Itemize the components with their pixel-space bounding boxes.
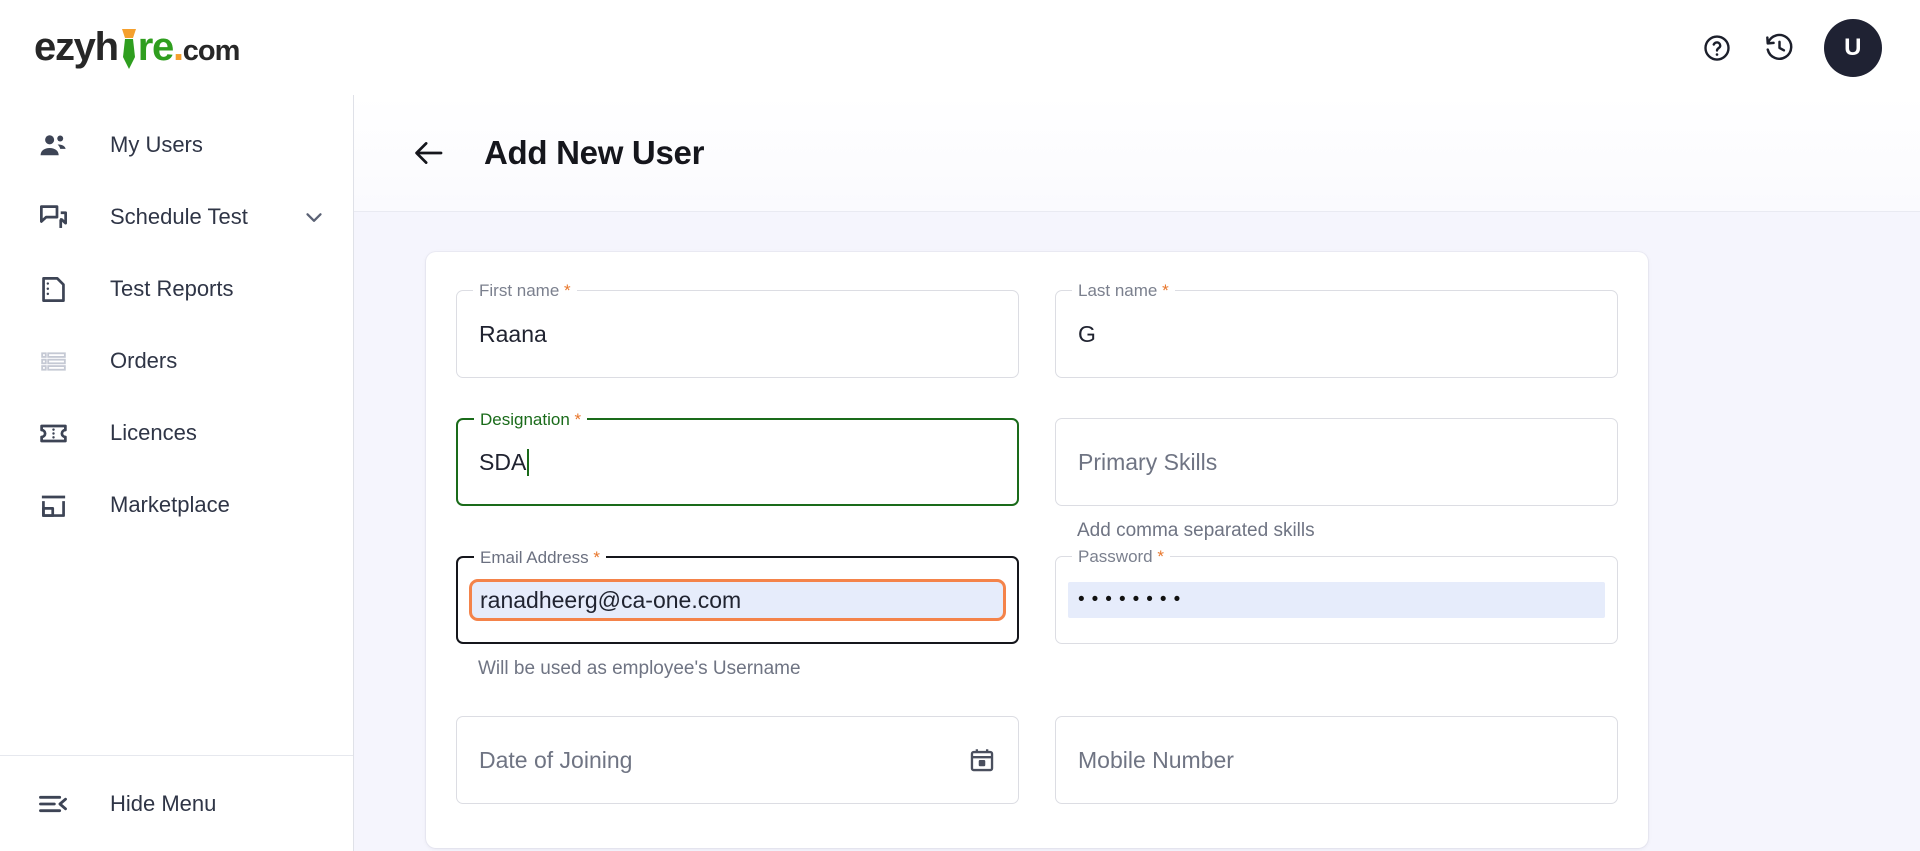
password-value: •••••••• [1078, 589, 1188, 610]
mobile-number-field[interactable]: Mobile Number [1055, 716, 1618, 804]
email-field[interactable]: Email Address * ranadheerg@ca-one.com [456, 547, 1019, 644]
required-asterisk: * [564, 281, 571, 300]
email-helper-text: Will be used as employee's Username [478, 658, 801, 679]
email-value: ranadheerg@ca-one.com [480, 587, 742, 613]
hide-menu-button[interactable]: Hide Menu [0, 755, 353, 851]
last-name-input[interactable]: Last name * G [1055, 280, 1618, 378]
form-row-email-password: Email Address * ranadheerg@ca-one.com Wi… [456, 546, 1618, 680]
password-input[interactable]: Password * •••••••• [1055, 546, 1618, 644]
ticket-icon [36, 416, 70, 450]
add-user-form-card: First name * Raana Last name * G Designa… [426, 252, 1648, 848]
logo-text-part1: ezyh [34, 25, 119, 69]
date-of-joining-field[interactable]: Date of Joining [456, 716, 1019, 804]
main-content: Add New User First name * Raana Last nam… [354, 95, 1920, 851]
email-input[interactable]: Email Address * ranadheerg@ca-one.com [456, 547, 1019, 644]
first-name-input[interactable]: First name * Raana [456, 280, 1019, 378]
primary-skills-field-col: Primary Skills Add comma separated skill… [1055, 418, 1618, 542]
first-name-field[interactable]: First name * Raana [456, 280, 1019, 378]
primary-skills-input[interactable]: Primary Skills [1055, 418, 1618, 506]
form-row-date-mobile: Date of Joining Mobile Number [456, 716, 1618, 808]
last-name-field[interactable]: Last name * G [1055, 280, 1618, 378]
avatar-initial: U [1844, 33, 1862, 61]
mobile-number-field-col: Mobile Number [1055, 716, 1618, 808]
designation-field[interactable]: Designation * SDA [456, 409, 1019, 506]
mobile-number-placeholder: Mobile Number [1078, 746, 1234, 773]
sidebar-item-my-users[interactable]: My Users [0, 109, 353, 181]
date-of-joining-placeholder: Date of Joining [479, 746, 633, 773]
storefront-icon [36, 488, 70, 522]
logo-text-part2: re [137, 25, 175, 69]
password-field-col: Password * •••••••• [1055, 546, 1618, 680]
document-report-icon [36, 272, 70, 306]
sidebar-item-label: Licences [110, 420, 197, 445]
form-card-wrap: First name * Raana Last name * G Designa… [354, 212, 1920, 848]
mobile-number-input[interactable]: Mobile Number [1055, 716, 1618, 804]
designation-input[interactable]: Designation * SDA [456, 409, 1019, 506]
primary-skills-helper-text: Add comma separated skills [1077, 520, 1315, 541]
last-name-field-col: Last name * G [1055, 280, 1618, 382]
sidebar-item-label: Test Reports [110, 276, 234, 301]
menu-collapse-icon [36, 787, 70, 821]
page-header: Add New User [354, 95, 1920, 212]
email-field-col: Email Address * ranadheerg@ca-one.com Wi… [456, 547, 1019, 680]
primary-skills-field[interactable]: Primary Skills [1055, 418, 1618, 506]
app-logo[interactable]: ezyh re. com [34, 25, 241, 70]
last-name-value: G [1078, 320, 1096, 347]
top-app-bar: ezyh re. com U [0, 0, 1920, 95]
required-asterisk: * [1162, 281, 1169, 300]
page-title: Add New User [484, 134, 705, 171]
sidebar-item-label: Orders [110, 348, 178, 373]
sidebar-item-marketplace[interactable]: Marketplace [0, 469, 353, 541]
sidebar-nav: My Users Schedule Test Test Reports Orde… [0, 95, 353, 541]
sidebar: My Users Schedule Test Test Reports Orde… [0, 95, 354, 851]
avatar[interactable]: U [1824, 18, 1882, 77]
logo-text-suffix: com [182, 35, 241, 67]
hide-menu-label: Hide Menu [110, 790, 217, 816]
email-value-clip: ranadheerg@ca-one.com [480, 586, 741, 614]
sidebar-item-label: Schedule Test [110, 204, 248, 229]
people-icon [36, 128, 70, 162]
password-field[interactable]: Password * •••••••• [1055, 546, 1618, 644]
date-of-joining-field-col: Date of Joining [456, 716, 1019, 808]
last-name-label: Last name * [1072, 280, 1175, 302]
designation-value: SDA [479, 448, 527, 475]
sidebar-item-orders[interactable]: Orders [0, 325, 353, 397]
sidebar-item-licences[interactable]: Licences [0, 397, 353, 469]
history-icon[interactable] [1762, 31, 1796, 65]
date-of-joining-input[interactable]: Date of Joining [456, 716, 1019, 804]
sidebar-item-test-reports[interactable]: Test Reports [0, 253, 353, 325]
arrow-left-icon[interactable] [412, 136, 446, 170]
sidebar-item-label: My Users [110, 132, 203, 157]
first-name-field-col: First name * Raana [456, 280, 1019, 382]
sidebar-item-label: Marketplace [110, 492, 230, 517]
list-view-icon [36, 344, 70, 378]
forum-chat-icon [36, 200, 70, 234]
form-row-names: First name * Raana Last name * G [456, 280, 1618, 382]
calendar-icon[interactable] [968, 746, 996, 774]
logo-dot: . [172, 25, 184, 69]
primary-skills-placeholder: Primary Skills [1078, 448, 1218, 475]
chevron-down-icon[interactable] [301, 204, 327, 230]
text-caret [527, 448, 530, 476]
designation-field-col: Designation * SDA [456, 409, 1019, 542]
help-circle-icon[interactable] [1700, 31, 1734, 65]
first-name-value: Raana [479, 320, 547, 347]
topbar-actions: U [1700, 18, 1882, 77]
first-name-label: First name * [473, 280, 577, 302]
sidebar-item-schedule-test[interactable]: Schedule Test [0, 181, 353, 253]
form-row-designation-skills: Designation * SDA Primary Skills Add com… [456, 409, 1618, 542]
